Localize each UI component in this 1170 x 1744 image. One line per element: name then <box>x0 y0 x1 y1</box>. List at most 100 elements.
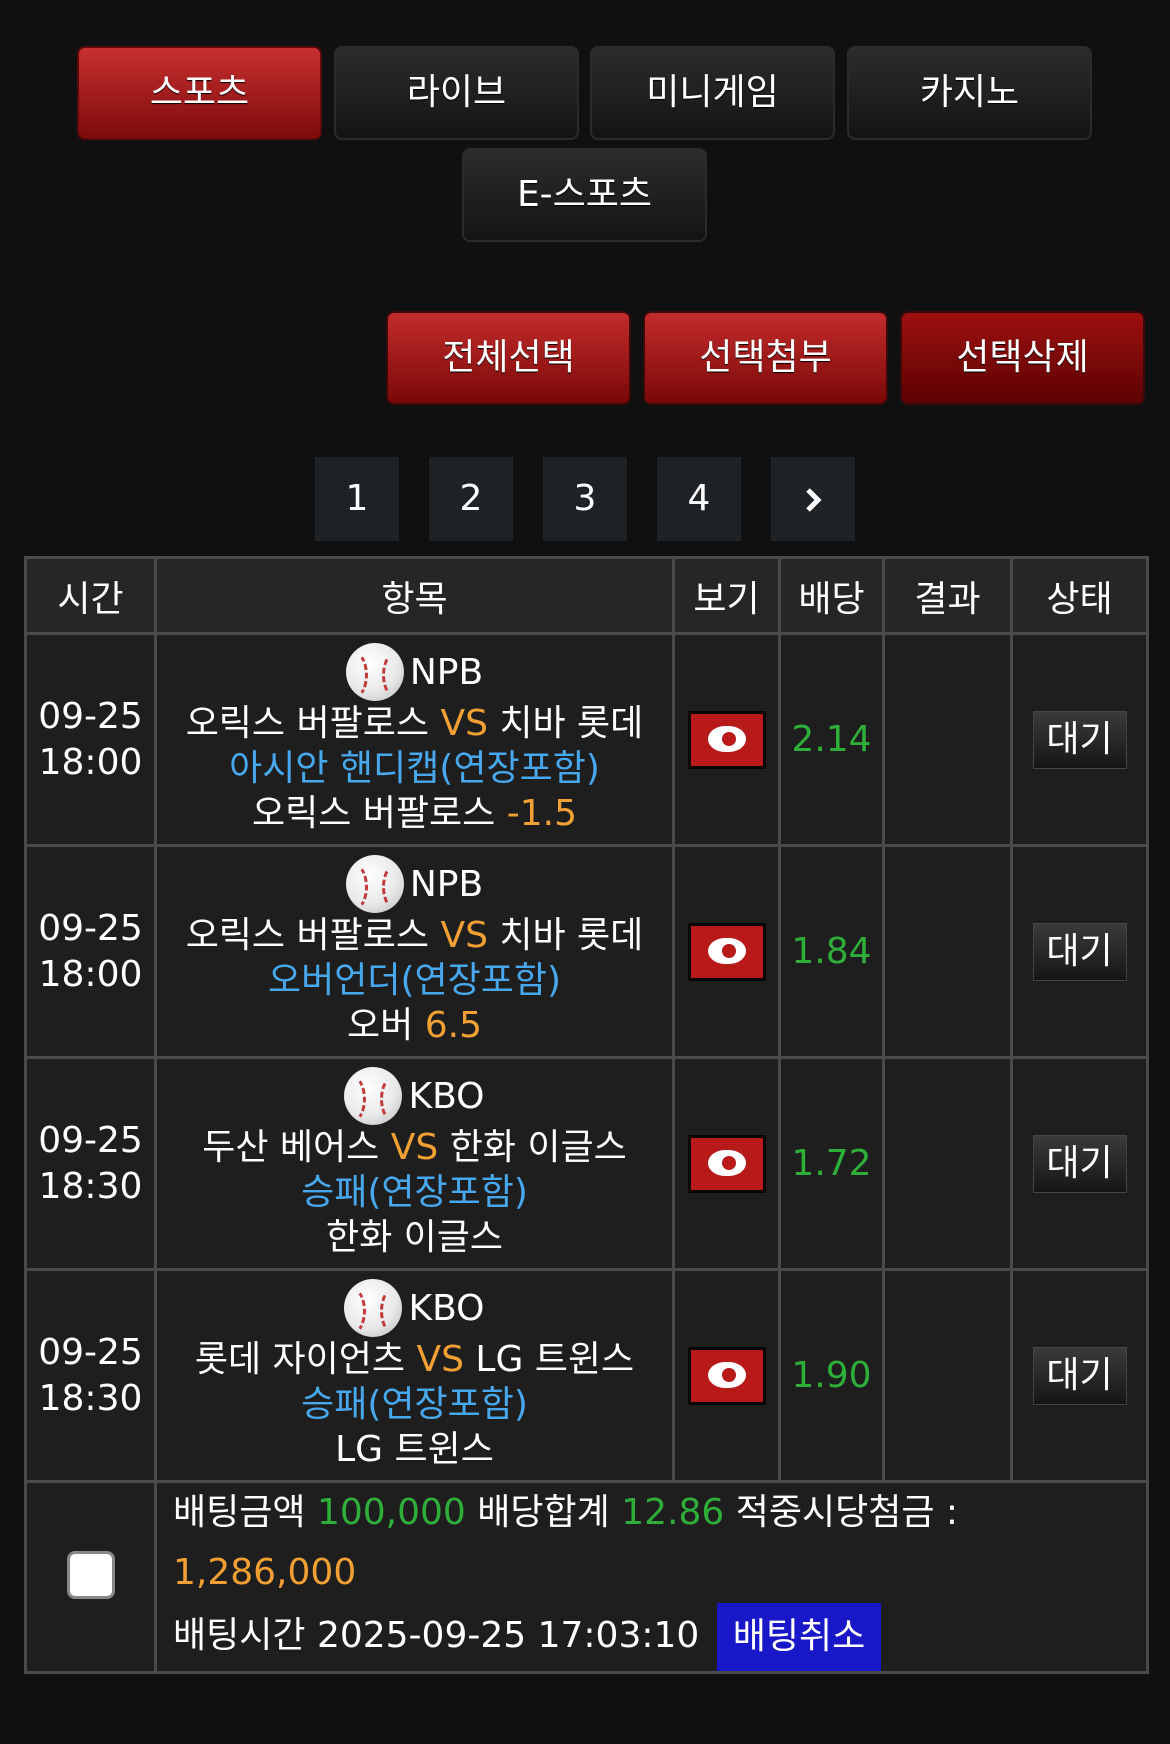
vs-label: VS <box>440 915 488 956</box>
vs-label: VS <box>440 703 488 744</box>
tab-casino[interactable]: 카지노 <box>847 46 1092 140</box>
page-2-button[interactable]: 2 <box>429 457 513 541</box>
pick: 오버 6.5 <box>157 1003 672 1048</box>
delete-selected-button[interactable]: 선택삭제 <box>900 311 1145 405</box>
item-cell: NPB 오릭스 버팔로스 VS 치바 롯데 아시안 핸디캡(연장포함) 오릭스 … <box>154 632 675 847</box>
baseball-icon <box>344 1279 403 1337</box>
matchup: 롯데 자이언츠 VS LG 트윈스 <box>157 1337 672 1382</box>
eye-pupil <box>718 1364 739 1385</box>
item-cell: KBO 롯데 자이언츠 VS LG 트윈스 승패(연장포함) LG 트윈스 <box>154 1268 675 1483</box>
vs-label: VS <box>416 1339 464 1380</box>
league-line: KBO <box>157 1279 672 1337</box>
league-name: NPB <box>409 863 484 905</box>
result-cell <box>882 1056 1013 1271</box>
status-cell: 대기 <box>1010 1056 1149 1271</box>
next-page-button[interactable] <box>771 457 855 541</box>
view-cell <box>672 844 781 1059</box>
bet-summary-row: 배팅금액 100,000 배당합계 12.86 적중시당첨금 : 1,286,0… <box>24 1480 1149 1674</box>
match-time: 18:30 <box>38 1165 143 1207</box>
market-name: 승패(연장포함) <box>301 1384 528 1425</box>
header-time: 시간 <box>24 556 157 635</box>
header-status: 상태 <box>1010 556 1149 635</box>
league-line: KBO <box>157 1067 672 1125</box>
pick-name: 오릭스 버팔로스 <box>252 793 496 834</box>
vs-label: VS <box>390 1127 439 1168</box>
match-date: 09-25 <box>38 1331 143 1373</box>
time-cell: 09-25 18:30 <box>24 1268 157 1483</box>
table-row: 09-25 18:30 KBO 두산 베어스 VS 한화 이글스 승패(연장포함… <box>24 1056 1149 1271</box>
view-cell <box>672 1056 781 1271</box>
table-row: 09-25 18:00 NPB 오릭스 버팔로스 VS 치바 롯데 아시안 핸디… <box>24 632 1149 847</box>
league-name: NPB <box>409 651 484 693</box>
time-cell: 09-25 18:00 <box>24 844 157 1059</box>
bet-history-table: 시간 항목 보기 배당 결과 상태 09-25 18:00 NPB 오릭스 버팔… <box>24 556 1149 1674</box>
bet-time-label: 배팅시간 <box>173 1615 306 1656</box>
status-cell: 대기 <box>1010 1268 1149 1483</box>
bet-amount-label: 배팅금액 <box>173 1492 306 1533</box>
pick-name: LG 트윈스 <box>335 1429 494 1470</box>
home-team: 오릭스 버팔로스 <box>185 915 429 956</box>
away-team: 한화 이글스 <box>449 1127 627 1168</box>
match-date: 09-25 <box>38 1119 143 1161</box>
result-cell <box>882 1268 1013 1483</box>
view-cell <box>672 1268 781 1483</box>
match-time: 18:00 <box>38 741 143 783</box>
select-checkbox[interactable] <box>66 1551 115 1599</box>
tab-minigame[interactable]: 미니게임 <box>590 46 835 140</box>
odds-cell: 2.14 <box>778 632 885 847</box>
pick-value: 6.5 <box>424 1005 482 1046</box>
cancel-bet-button[interactable]: 배팅취소 <box>716 1603 882 1671</box>
match-time: 18:30 <box>38 1377 143 1419</box>
header-item: 항목 <box>154 556 675 635</box>
league-name: KBO <box>408 1075 485 1117</box>
chevron-right-icon <box>806 488 822 512</box>
pick-value: -1.5 <box>506 793 577 834</box>
home-team: 두산 베어스 <box>202 1127 380 1168</box>
status-cell: 대기 <box>1010 632 1149 847</box>
payout-amount: 1,286,000 <box>173 1552 357 1593</box>
away-team: 치바 롯데 <box>499 915 644 956</box>
baseball-icon <box>345 643 404 701</box>
matchup: 두산 베어스 VS 한화 이글스 <box>157 1125 672 1170</box>
league-name: KBO <box>408 1287 485 1329</box>
pick-name: 한화 이글스 <box>325 1217 504 1258</box>
summary-line-time: 배팅시간 2025-09-25 17:03:10 배팅취소 <box>173 1603 1146 1671</box>
header-result: 결과 <box>882 556 1013 635</box>
page-3-button[interactable]: 3 <box>543 457 627 541</box>
tab-live[interactable]: 라이브 <box>334 46 579 140</box>
status-badge: 대기 <box>1032 1346 1127 1405</box>
item-cell: NPB 오릭스 버팔로스 VS 치바 롯데 오버언더(연장포함) 오버 6.5 <box>154 844 675 1059</box>
view-cell <box>672 632 781 847</box>
market-name: 오버언더(연장포함) <box>267 960 562 1001</box>
status-cell: 대기 <box>1010 844 1149 1059</box>
bet-time: 2025-09-25 17:03:10 <box>316 1615 700 1656</box>
league-line: NPB <box>157 643 672 701</box>
item-cell: KBO 두산 베어스 VS 한화 이글스 승패(연장포함) 한화 이글스 <box>154 1056 675 1271</box>
page-1-button[interactable]: 1 <box>315 457 399 541</box>
eye-pupil <box>718 940 739 961</box>
page-4-button[interactable]: 4 <box>657 457 741 541</box>
view-button[interactable] <box>687 922 766 981</box>
match-date: 09-25 <box>38 907 143 949</box>
status-badge: 대기 <box>1032 922 1127 981</box>
view-button[interactable] <box>687 1346 766 1405</box>
tab-sports[interactable]: 스포츠 <box>77 46 322 140</box>
away-team: 치바 롯데 <box>499 703 644 744</box>
status-badge: 대기 <box>1032 1134 1127 1193</box>
league-line: NPB <box>157 855 672 913</box>
summary-line-amounts: 배팅금액 100,000 배당합계 12.86 적중시당첨금 : 1,286,0… <box>173 1483 1146 1603</box>
matchup: 오릭스 버팔로스 VS 치바 롯데 <box>157 701 672 746</box>
market-name: 승패(연장포함) <box>301 1172 528 1213</box>
baseball-icon <box>344 1067 403 1125</box>
tab-esports[interactable]: E-스포츠 <box>462 148 707 242</box>
view-button[interactable] <box>687 710 766 769</box>
header-odds: 배당 <box>778 556 885 635</box>
time-cell: 09-25 18:30 <box>24 1056 157 1271</box>
bet-summary: 배팅금액 100,000 배당합계 12.86 적중시당첨금 : 1,286,0… <box>154 1480 1149 1674</box>
bet-amount: 100,000 <box>316 1492 466 1533</box>
home-team: 롯데 자이언츠 <box>194 1339 405 1380</box>
match-time: 18:00 <box>38 953 143 995</box>
view-button[interactable] <box>687 1134 766 1193</box>
select-all-button[interactable]: 전체선택 <box>386 311 631 405</box>
attach-selected-button[interactable]: 선택첨부 <box>643 311 888 405</box>
